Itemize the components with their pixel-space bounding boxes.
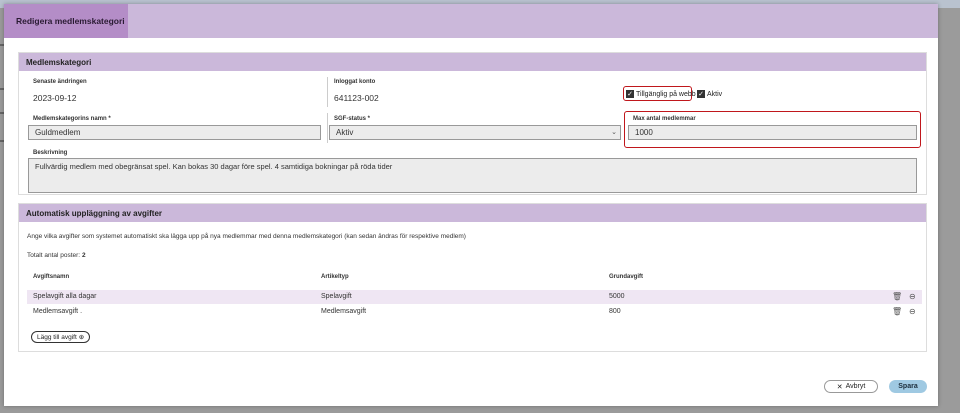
plus-circle-icon: ⊕	[78, 334, 85, 341]
trash-icon[interactable]: 🗑	[892, 292, 902, 301]
close-icon: ✕	[836, 383, 843, 391]
active-label: Aktiv	[707, 90, 723, 98]
cancel-label: Avbryt	[845, 383, 866, 390]
modal-title-tab[interactable]: Redigera medlemskategori	[4, 4, 128, 38]
chevron-down-icon: ⌄	[611, 129, 617, 136]
category-name-value: Guldmedlem	[35, 128, 81, 137]
check-icon: ✓	[697, 90, 705, 98]
save-label: Spara	[898, 383, 918, 390]
fees-intro-text: Ange vilka avgifter som systemet automat…	[27, 233, 466, 240]
max-members-input[interactable]: 1000	[628, 125, 917, 140]
article-type-cell: Medlemsavgift	[321, 308, 367, 315]
total-records-value: 2	[81, 252, 86, 259]
column-header-article-type: Artikeltyp	[321, 274, 349, 280]
edit-category-modal: Redigera medlemskategori Medlemskategori…	[4, 4, 938, 406]
fees-section-header: Automatisk uppläggning av avgifter	[19, 204, 926, 222]
add-fee-button[interactable]: Lägg till avgift ⊕	[31, 331, 91, 343]
web-available-checkbox[interactable]: ✓ Tillgänglig på webb	[626, 90, 696, 98]
table-row[interactable]: Medlemsavgift . Medlemsavgift 800 🗑 ⊖	[27, 305, 922, 319]
sgf-status-select[interactable]: Aktiv ⌄	[329, 125, 621, 140]
trash-icon[interactable]: 🗑	[892, 307, 902, 316]
total-records: Totalt antal poster: 2	[27, 252, 86, 259]
minus-circle-icon[interactable]: ⊖	[909, 307, 916, 316]
last-changed-label: Senaste ändringen	[33, 79, 87, 85]
base-fee-cell: 5000	[609, 293, 625, 300]
fees-section-title: Automatisk uppläggning av avgifter	[26, 208, 163, 218]
last-changed-value: 2023-09-12	[33, 93, 77, 103]
column-divider	[327, 113, 328, 143]
sgf-status-value: Aktiv	[336, 128, 354, 137]
description-value: Fullvärdig medlem med obegränsat spel. K…	[35, 162, 393, 171]
max-members-value: 1000	[635, 128, 653, 137]
column-header-base-fee: Grundavgift	[609, 274, 643, 280]
logged-in-value: 641123-002	[334, 93, 379, 103]
article-type-cell: Spelavgift	[321, 293, 352, 300]
fee-name-cell: Medlemsavgift .	[33, 308, 83, 315]
description-label: Beskrivning	[33, 150, 68, 156]
column-header-fee-name: Avgiftsnamn	[33, 274, 70, 280]
check-icon: ✓	[626, 90, 634, 98]
category-section-title: Medlemskategori	[26, 57, 92, 67]
save-button[interactable]: Spara	[889, 380, 927, 393]
modal-header: Redigera medlemskategori	[4, 4, 938, 38]
web-available-label: Tillgänglig på webb	[636, 90, 696, 98]
add-fee-label: Lägg till avgift	[37, 333, 77, 341]
category-name-label: Medlemskategorins namn *	[33, 116, 111, 122]
base-fee-cell: 800	[609, 308, 621, 315]
fees-section: Automatisk uppläggning av avgifter Ange …	[18, 203, 927, 352]
category-section: Medlemskategori Senaste ändringen 2023-0…	[18, 52, 927, 195]
category-section-header: Medlemskategori	[19, 53, 926, 71]
category-name-input[interactable]: Guldmedlem	[28, 125, 321, 140]
total-records-label: Totalt antal poster:	[27, 252, 81, 259]
modal-title: Redigera medlemskategori	[16, 16, 125, 26]
column-divider	[327, 77, 328, 107]
cancel-button[interactable]: ✕ Avbryt	[824, 380, 878, 393]
fee-name-cell: Spelavgift alla dagar	[33, 293, 97, 300]
minus-circle-icon[interactable]: ⊖	[909, 292, 916, 301]
sgf-status-label: SGF-status *	[334, 116, 371, 122]
table-row[interactable]: Spelavgift alla dagar Spelavgift 5000 🗑 …	[27, 290, 922, 304]
active-checkbox[interactable]: ✓ Aktiv	[697, 90, 722, 98]
logged-in-label: Inloggat konto	[334, 79, 376, 85]
max-members-label: Max antal medlemmar	[633, 116, 696, 122]
description-textarea[interactable]: Fullvärdig medlem med obegränsat spel. K…	[28, 158, 917, 193]
